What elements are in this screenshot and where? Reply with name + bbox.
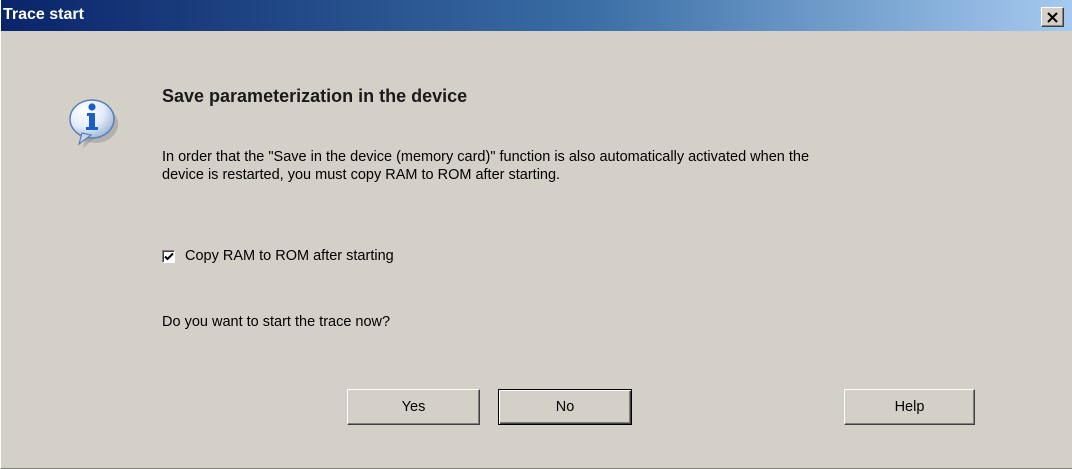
checkbox-box[interactable] bbox=[162, 249, 175, 263]
title-bar[interactable]: Trace start bbox=[1, 0, 1072, 31]
dialog-question: Do you want to start the trace now? bbox=[162, 314, 391, 330]
close-button[interactable] bbox=[1041, 7, 1064, 27]
checkmark-icon bbox=[164, 252, 174, 260]
help-button[interactable]: Help bbox=[844, 389, 975, 425]
no-button[interactable]: No bbox=[498, 389, 632, 425]
dialog-heading: Save parameterization in the device bbox=[162, 86, 468, 106]
trace-start-dialog: Trace start Save parameterization in the… bbox=[0, 0, 1072, 469]
yes-button[interactable]: Yes bbox=[347, 389, 480, 425]
checkbox-label: Copy RAM to ROM after starting bbox=[185, 248, 394, 264]
help-button-label: Help bbox=[894, 399, 925, 415]
message-line-1: In order that the "Save in the device (m… bbox=[162, 149, 810, 165]
message-line-2: device is restarted, you must copy RAM t… bbox=[162, 167, 561, 183]
close-icon bbox=[1047, 12, 1058, 23]
no-button-label: No bbox=[555, 399, 575, 415]
window-title: Trace start bbox=[3, 6, 84, 23]
dialog-message: In order that the "Save in the device (m… bbox=[162, 148, 1042, 184]
info-icon bbox=[63, 80, 125, 150]
copy-ram-to-rom-checkbox[interactable]: Copy RAM to ROM after starting bbox=[162, 246, 394, 266]
yes-button-label: Yes bbox=[401, 399, 426, 415]
